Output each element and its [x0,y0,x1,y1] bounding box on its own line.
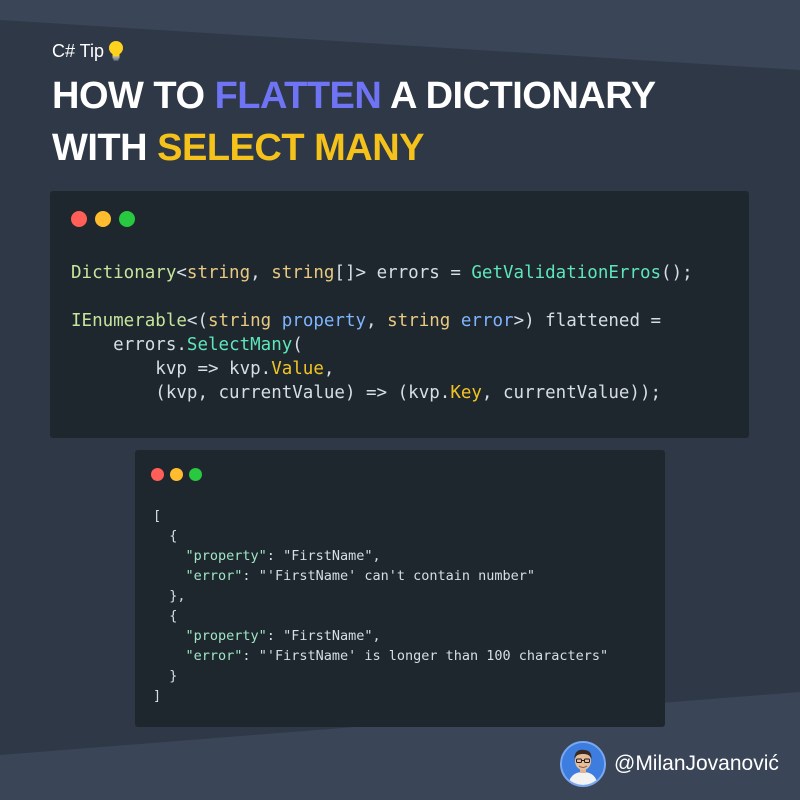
page-title: HOW TO FLATTEN A DICTIONARY WITH SELECT … [52,70,656,174]
author-handle: @MilanJovanović [614,752,779,775]
close-dot-icon [71,211,87,227]
lightbulb-icon [108,40,124,62]
code-token: Value [271,359,324,379]
title-line-1: HOW TO FLATTEN A DICTIONARY [52,70,656,122]
json-value: "'FirstName' can't contain number" [258,568,536,584]
json-brace: { [153,528,178,544]
title-text: HOW TO [52,75,215,117]
json-comma: , [372,628,381,644]
json-output-block: [ { "property": "FirstName", "error": "'… [153,506,608,706]
json-value: "FirstName" [283,548,373,564]
title-text: A DICTIONARY [381,75,656,117]
json-key: "property" [185,628,267,644]
json-key: "error" [185,648,243,664]
window-controls [151,468,202,481]
code-window: Dictionary<string, string[]> errors = Ge… [50,191,749,438]
code-token: , [366,311,388,331]
json-comma: , [372,548,381,564]
maximize-dot-icon [119,211,135,227]
code-token: error [460,311,514,331]
code-token: GetValidationErros [471,263,662,283]
code-token: string [271,263,335,283]
close-dot-icon [151,468,164,481]
code-line-5: (kvp, currentValue) => (kvp.Key, current… [71,383,661,403]
title-highlight-flatten: FLATTEN [214,75,382,117]
code-token: string [186,263,251,283]
json-sep: : [242,648,259,664]
code-token: <( [186,311,208,331]
code-token: < [176,263,187,283]
code-token: >) flattened = [513,311,662,331]
csharp-code-block: Dictionary<string, string[]> errors = Ge… [71,261,693,405]
code-token: (); [661,263,693,283]
code-line-3: errors.SelectMany( [71,335,303,355]
title-text: WITH [52,127,158,169]
json-sep: : [266,628,284,644]
code-token: IEnumerable [71,311,187,331]
code-token: []> errors = [334,263,472,283]
title-line-2: WITH SELECT MANY [52,122,656,174]
code-token: SelectMany [186,335,293,355]
json-sep: : [266,548,284,564]
code-token: Dictionary [71,263,177,283]
json-key: "error" [185,568,243,584]
code-token: string [207,311,272,331]
json-key: "property" [185,548,267,564]
json-brace: } [153,668,178,684]
minimize-dot-icon [170,468,183,481]
json-bracket: [ [153,508,162,524]
code-token: errors. [113,335,187,355]
json-bracket: ] [153,688,162,704]
title-highlight-select-many: SELECT MANY [157,127,424,169]
code-token: , [250,263,272,283]
person-avatar-icon [560,741,606,787]
author-badge: @MilanJovanović [560,741,779,787]
window-controls [71,211,135,227]
json-sep: : [242,568,259,584]
json-value: "'FirstName' is longer than 100 characte… [258,648,609,664]
code-line-1: Dictionary<string, string[]> errors = Ge… [71,263,693,283]
code-token: Key [450,383,482,403]
code-token: , currentValue)); [481,383,662,403]
json-brace: }, [153,588,186,604]
code-token: string [387,311,451,331]
code-line-4: kvp => kvp.Value, [71,359,334,379]
tip-text: C# Tip [52,40,105,61]
code-token: kvp => kvp. [155,359,272,379]
code-token: property [281,311,367,331]
json-value: "FirstName" [283,628,373,644]
tip-label: C# Tip [52,40,124,62]
code-token: ( [292,335,303,355]
code-line-2: IEnumerable<(string property, string err… [71,311,661,331]
json-brace: { [153,608,178,624]
code-token: , [323,359,335,379]
minimize-dot-icon [95,211,111,227]
maximize-dot-icon [189,468,202,481]
output-window: [ { "property": "FirstName", "error": "'… [135,450,665,727]
code-token: (kvp, currentValue) => (kvp. [155,383,451,403]
